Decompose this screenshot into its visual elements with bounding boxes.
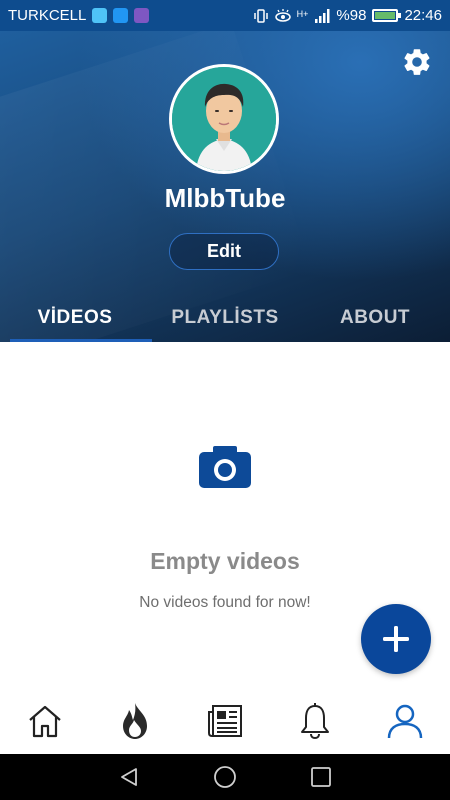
back-icon bbox=[121, 768, 137, 786]
add-video-button[interactable] bbox=[361, 604, 431, 674]
notification-app-icon bbox=[92, 8, 108, 23]
nav-news[interactable] bbox=[199, 695, 251, 747]
system-home-button[interactable] bbox=[212, 764, 238, 790]
carrier-label: TURKCELL bbox=[8, 7, 87, 24]
user-avatar-icon bbox=[172, 67, 276, 171]
plus-icon bbox=[383, 626, 409, 652]
signal-icon bbox=[315, 8, 330, 23]
profile-tabs: VİDEOS PLAYLİSTS ABOUT bbox=[0, 293, 450, 342]
app-notification-icon bbox=[134, 8, 150, 23]
system-recents-button[interactable] bbox=[308, 764, 334, 790]
bottom-navigation bbox=[0, 688, 450, 754]
gear-icon bbox=[404, 49, 430, 75]
nav-notifications[interactable] bbox=[289, 695, 341, 747]
signal-type-label: H+ bbox=[296, 9, 309, 19]
channel-name: MlbbTube bbox=[164, 183, 286, 213]
profile-icon bbox=[387, 704, 423, 739]
tab-about[interactable]: ABOUT bbox=[300, 293, 450, 342]
status-bar: TURKCELL H+ %98 22:46 bbox=[0, 0, 450, 31]
battery-icon bbox=[372, 9, 402, 22]
vibrate-icon bbox=[253, 8, 268, 23]
avatar[interactable] bbox=[169, 64, 279, 174]
message-notification-icon bbox=[113, 8, 129, 23]
clock: 22:46 bbox=[404, 7, 442, 24]
empty-state-title: Empty videos bbox=[150, 548, 300, 574]
home-icon bbox=[29, 705, 61, 738]
system-navigation-bar bbox=[0, 754, 450, 800]
profile-header: MlbbTube Edit VİDEOS PLAYLİSTS ABOUT bbox=[0, 31, 450, 342]
edit-profile-button[interactable]: Edit bbox=[169, 233, 279, 270]
camera-icon bbox=[199, 446, 251, 488]
bell-icon bbox=[301, 703, 329, 740]
recents-icon bbox=[311, 767, 331, 787]
battery-percent: %98 bbox=[336, 7, 367, 24]
nav-home[interactable] bbox=[19, 695, 71, 747]
nav-trending[interactable] bbox=[109, 695, 161, 747]
home-circle-icon bbox=[214, 766, 236, 788]
fire-icon bbox=[123, 703, 147, 739]
tab-playlists[interactable]: PLAYLİSTS bbox=[150, 293, 300, 342]
news-icon bbox=[208, 705, 242, 737]
nav-profile[interactable] bbox=[379, 695, 431, 747]
tab-videos[interactable]: VİDEOS bbox=[0, 293, 152, 342]
eye-comfort-icon bbox=[274, 8, 291, 22]
system-back-button[interactable] bbox=[116, 764, 142, 790]
settings-button[interactable] bbox=[400, 45, 434, 79]
